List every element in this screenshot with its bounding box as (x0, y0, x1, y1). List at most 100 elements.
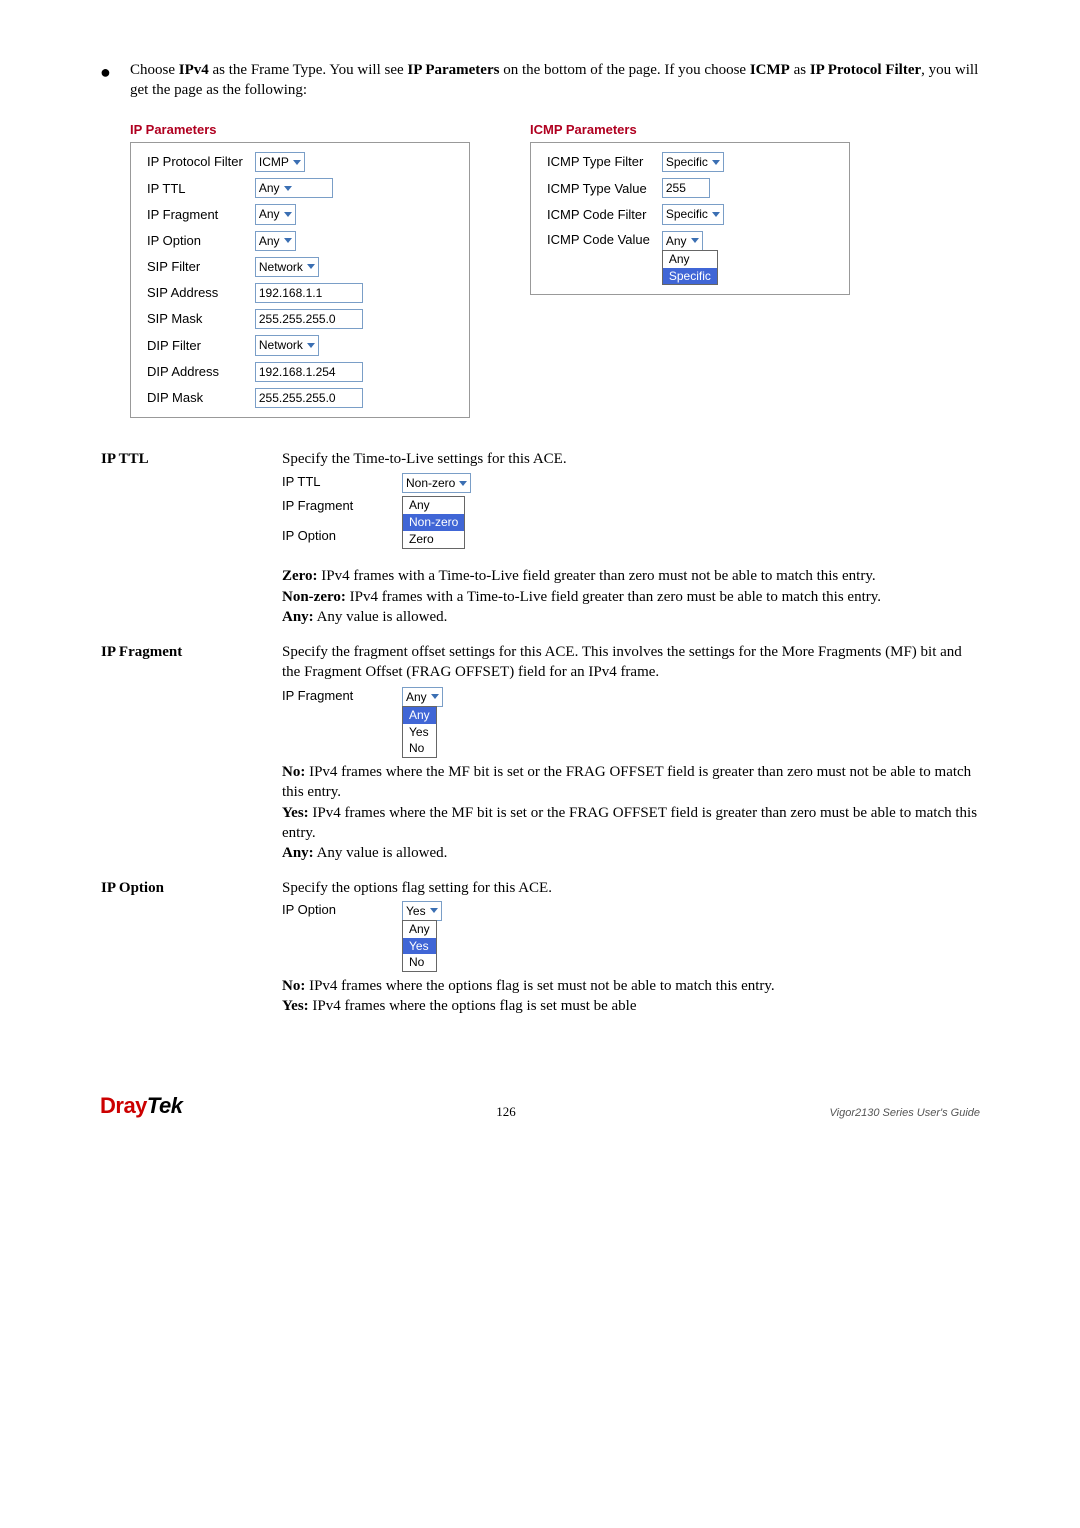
chevron-down-icon (712, 160, 720, 165)
icmp-code-value-select[interactable]: Any (662, 231, 703, 251)
row-sip-filter: SIP Filter Network (141, 254, 369, 280)
icmp-code-filter-select[interactable]: Specific (662, 204, 724, 224)
icmp-type-filter-select[interactable]: Specific (662, 152, 724, 172)
desc-bold: Any: (282, 609, 314, 625)
ipopt-widget-dropdown[interactable]: Any Yes No (402, 920, 437, 972)
row-sip-address: SIP Address 192.168.1.1 (141, 280, 369, 306)
chevron-down-icon (307, 343, 315, 348)
def-label-ip-ttl: IP TTL (100, 448, 281, 641)
desc-bold: Yes: (282, 998, 309, 1014)
desc-text: IPv4 frames with a Time-to-Live field gr… (318, 568, 876, 584)
desc-bold: No: (282, 764, 305, 780)
sip-address-input[interactable]: 192.168.1.1 (255, 283, 363, 303)
brand-part2: Tek (147, 1093, 183, 1118)
icmp-parameters-title: ICMP Parameters (530, 121, 850, 139)
row-icmp-type-value: ICMP Type Value 255 (541, 175, 730, 201)
ip-protocol-filter-select[interactable]: ICMP (255, 152, 305, 172)
icmp-parameters-panel: ICMP Parameters ICMP Type Filter Specifi… (530, 121, 850, 418)
label: DIP Address (141, 359, 249, 385)
row-icmp-type-filter: ICMP Type Filter Specific (541, 149, 730, 175)
def-row-ip-ttl: IP TTL Specify the Time-to-Live settings… (100, 448, 980, 641)
guide-title: Vigor2130 Series User's Guide (830, 1106, 980, 1121)
dropdown-option[interactable]: Non-zero (403, 514, 464, 531)
ipttl-widget-row: IP TTL Non-zero (282, 473, 979, 493)
label: SIP Filter (141, 254, 249, 280)
def-row-ip-fragment: IP Fragment Specify the fragment offset … (100, 641, 980, 877)
ipttl-widget-dropdown[interactable]: Any Non-zero Zero (402, 496, 465, 548)
def-lead-text: Specify the options flag setting for thi… (282, 880, 552, 896)
sip-filter-select[interactable]: Network (255, 257, 319, 277)
row-icmp-code-value: ICMP Code Value Any Any Specific (541, 228, 730, 289)
chevron-down-icon (712, 212, 720, 217)
dropdown-option[interactable]: Yes (403, 724, 436, 741)
label: DIP Mask (141, 385, 249, 411)
desc-text: IPv4 frames where the options flag is se… (309, 998, 637, 1014)
label: SIP Mask (141, 306, 249, 332)
ipfrag-desc: No: IPv4 frames where the MF bit is set … (282, 762, 979, 863)
row-dip-filter: DIP Filter Network (141, 332, 369, 358)
label: ICMP Type Value (541, 175, 656, 201)
intro-span: Choose (130, 62, 179, 78)
row-ip-ttl: IP TTL Any (141, 175, 369, 201)
dip-filter-select[interactable]: Network (255, 335, 319, 355)
ip-ttl-select[interactable]: Any (255, 178, 333, 198)
label: SIP Address (141, 280, 249, 306)
dropdown-option[interactable]: Any (403, 497, 464, 514)
dropdown-option[interactable]: Any (403, 707, 436, 724)
chevron-down-icon (430, 908, 438, 913)
ipfrag-widget-dropdown[interactable]: Any Yes No (402, 706, 437, 758)
ipopt-widget-select[interactable]: Yes (402, 901, 442, 921)
row-ip-fragment: IP Fragment Any (141, 201, 369, 227)
ip-option-select[interactable]: Any (255, 231, 296, 251)
ipopt-widget-row: IP Option Yes Any Yes No (282, 901, 979, 973)
desc-text: IPv4 frames where the options flag is se… (305, 978, 774, 994)
intro-bold: IP Parameters (407, 62, 499, 78)
dropdown-option[interactable]: Yes (403, 938, 436, 955)
intro-bullet: ● Choose IPv4 as the Frame Type. You wil… (100, 60, 980, 101)
row-sip-mask: SIP Mask 255.255.255.0 (141, 306, 369, 332)
definitions-table: IP TTL Specify the Time-to-Live settings… (100, 448, 980, 1031)
ipttl-widget-select[interactable]: Non-zero (402, 473, 471, 493)
intro-span: on the bottom of the page. If you choose (499, 62, 749, 78)
row-dip-mask: DIP Mask 255.255.255.0 (141, 385, 369, 411)
sip-mask-input[interactable]: 255.255.255.0 (255, 309, 363, 329)
chevron-down-icon (284, 238, 292, 243)
label: IP Fragment (282, 497, 372, 515)
brand-logo: DrayTek (100, 1091, 183, 1121)
dip-address-input[interactable]: 192.168.1.254 (255, 362, 363, 382)
panels-row: IP Parameters IP Protocol Filter ICMP IP… (130, 121, 980, 418)
dip-mask-input[interactable]: 255.255.255.0 (255, 388, 363, 408)
icmp-parameters-table: ICMP Type Filter Specific ICMP Type Valu… (541, 149, 730, 288)
desc-text: IPv4 frames where the MF bit is set or t… (282, 805, 977, 841)
desc-bold: Any: (282, 845, 314, 861)
chevron-down-icon (691, 238, 699, 243)
desc-text: Any value is allowed. (314, 609, 448, 625)
dropdown-option[interactable]: Specific (663, 268, 717, 285)
def-row-ip-option: IP Option Specify the options flag setti… (100, 877, 980, 1030)
dropdown-option[interactable]: No (403, 740, 436, 757)
dropdown-option[interactable]: Any (663, 251, 717, 268)
label: DIP Filter (141, 332, 249, 358)
row-dip-address: DIP Address 192.168.1.254 (141, 359, 369, 385)
dropdown-option[interactable]: Any (403, 921, 436, 938)
ip-parameters-table: IP Protocol Filter ICMP IP TTL Any IP Fr… (141, 149, 369, 411)
desc-bold: Yes: (282, 805, 309, 821)
chevron-down-icon (284, 186, 292, 191)
desc-bold: Zero: (282, 568, 318, 584)
icmp-code-value-dropdown[interactable]: Any Specific (662, 250, 718, 286)
def-lead-text: Specify the fragment offset settings for… (282, 644, 962, 680)
intro-bold: IPv4 (179, 62, 209, 78)
intro-span: as (790, 62, 810, 78)
ipfrag-widget-select[interactable]: Any (402, 687, 443, 707)
icmp-type-value-input[interactable]: 255 (662, 178, 710, 198)
def-lead-text: Specify the Time-to-Live settings for th… (282, 451, 567, 467)
label: IP Fragment (141, 201, 249, 227)
intro-bold: ICMP (750, 62, 790, 78)
chevron-down-icon (284, 212, 292, 217)
chevron-down-icon (459, 481, 467, 486)
dropdown-option[interactable]: No (403, 954, 436, 971)
ip-fragment-select[interactable]: Any (255, 204, 296, 224)
ip-parameters-title: IP Parameters (130, 121, 470, 139)
dropdown-option[interactable]: Zero (403, 531, 464, 548)
label: IP Option (282, 901, 372, 919)
